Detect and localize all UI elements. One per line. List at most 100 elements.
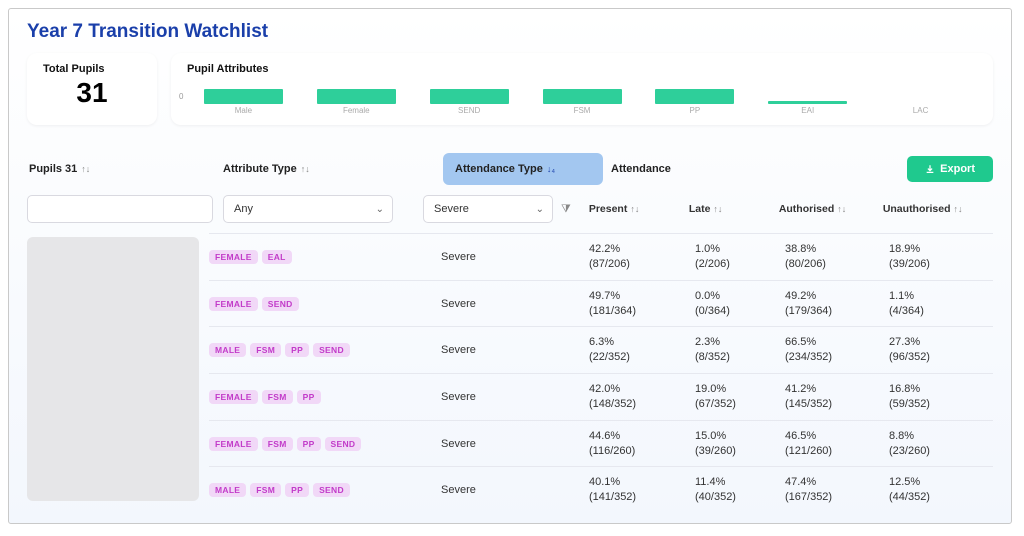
chevron-down-icon: ⌄ — [536, 204, 544, 215]
export-button[interactable]: Export — [907, 156, 993, 182]
attendance-type-cell: Severe — [429, 298, 577, 310]
attribute-tag: FEMALE — [209, 250, 258, 264]
late-cell: 2.3%(8/352) — [695, 335, 785, 365]
sort-icon: ↑↓ — [301, 164, 310, 174]
unauthorised-cell: 8.8%(23/260) — [889, 429, 993, 459]
chart-bar: PP — [638, 89, 751, 115]
bar-label: PP — [690, 106, 701, 115]
total-pupils-card: Total Pupils 31 — [27, 53, 157, 125]
col-header-pupils[interactable]: Pupils 31 ↑↓ — [27, 163, 223, 175]
table-row[interactable]: FEMALEFSMPPSENDSevere44.6%(116/260)15.0%… — [209, 420, 993, 467]
bar-fill — [543, 89, 622, 104]
attribute-tags: FEMALE EAL — [209, 250, 429, 264]
sort-icon: ↓₄ — [547, 164, 555, 174]
bar-label: LAC — [913, 106, 929, 115]
present-cell: 6.3%(22/352) — [589, 335, 695, 365]
col-header-attribute-type[interactable]: Attribute Type ↑↓ — [223, 163, 443, 175]
sort-icon: ↑↓ — [953, 204, 962, 214]
attribute-tag: MALE — [209, 343, 246, 357]
table-body: FEMALEEALSevere42.2%(87/206)1.0%(2/206)3… — [27, 233, 993, 513]
unauthorised-cell: 16.8%(59/352) — [889, 382, 993, 412]
late-cell: 15.0%(39/260) — [695, 429, 785, 459]
late-cell: 1.0%(2/206) — [695, 242, 785, 272]
attribute-tag: FSM — [262, 390, 293, 404]
unauthorised-cell: 12.5%(44/352) — [889, 475, 993, 505]
chart-axis-zero: 0 — [179, 92, 183, 101]
col-header-attendance-type[interactable]: Attendance Type ↓₄ — [443, 153, 603, 185]
table-row[interactable]: MALE FSM PP SEND Severe 6.3%(22/352)2.3%(8/35… — [209, 326, 993, 373]
col-header-authorised-label: Authorised — [779, 203, 834, 215]
attendance-type-value: Severe — [434, 203, 469, 215]
table-area: Pupils 31 ↑↓ Attribute Type ↑↓ Attendanc… — [27, 139, 993, 513]
export-button-label: Export — [940, 163, 975, 175]
col-header-late[interactable]: Late ↑↓ — [689, 203, 779, 215]
bar-label: Male — [235, 106, 252, 115]
unauthorised-cell: 27.3%(96/352) — [889, 335, 993, 365]
app-frame: Year 7 Transition Watchlist Total Pupils… — [8, 8, 1012, 524]
chart-bar: EAI — [751, 101, 864, 115]
present-cell: 44.6%(116/260) — [589, 429, 695, 459]
total-pupils-value: 31 — [43, 77, 141, 109]
col-header-present[interactable]: Present ↑↓ — [589, 203, 689, 215]
attribute-tag: PP — [297, 437, 321, 451]
attribute-tags: FEMALE SEND — [209, 297, 429, 311]
attribute-tag: FSM — [250, 483, 281, 497]
bar-fill — [768, 101, 847, 104]
late-cell: 11.4%(40/352) — [695, 475, 785, 505]
table-row[interactable]: MALEFSMPPSENDSevere40.1%(141/352)11.4%(4… — [209, 466, 993, 513]
pupil-names-redacted — [27, 237, 199, 501]
pupil-attributes-label: Pupil Attributes — [187, 63, 977, 75]
table-row[interactable]: FEMALEEALSevere42.2%(87/206)1.0%(2/206)3… — [209, 233, 993, 280]
unauthorised-cell: 18.9%(39/206) — [889, 242, 993, 272]
attribute-tag: SEND — [313, 343, 350, 357]
col-header-attendance: Attendance — [603, 163, 723, 175]
col-header-attendance-label: Attendance — [611, 163, 671, 175]
bar-fill — [204, 89, 283, 104]
present-cell: 42.0%(148/352) — [589, 382, 695, 412]
attribute-tag: SEND — [325, 437, 362, 451]
data-rows: FEMALEEALSevere42.2%(87/206)1.0%(2/206)3… — [209, 233, 993, 513]
attribute-tag: MALE — [209, 483, 246, 497]
attribute-tags: MALE FSM PP SEND — [209, 343, 429, 357]
chart-bar: SEND — [413, 89, 526, 115]
col-header-unauthorised[interactable]: Unauthorised ↑↓ — [883, 203, 987, 215]
bar-label: SEND — [458, 106, 480, 115]
attendance-type-cell: Severe — [429, 484, 577, 496]
summary-cards: Total Pupils 31 Pupil Attributes 0 Male F… — [27, 53, 993, 125]
pupils-search-input[interactable] — [27, 195, 213, 223]
attribute-tag: SEND — [262, 297, 299, 311]
attribute-tag: FSM — [250, 343, 281, 357]
attendance-type-cell: Severe — [429, 251, 577, 263]
attribute-tags: MALEFSMPPSEND — [209, 483, 429, 497]
authorised-cell: 41.2%(145/352) — [785, 382, 889, 412]
attribute-type-value: Any — [234, 203, 253, 215]
col-header-authorised[interactable]: Authorised ↑↓ — [779, 203, 883, 215]
attribute-tag: PP — [285, 343, 309, 357]
attendance-type-select[interactable]: Severe ⌄ — [423, 195, 553, 223]
authorised-cell: 46.5%(121/260) — [785, 429, 889, 459]
attribute-tag: EAL — [262, 250, 292, 264]
attribute-tag: FEMALE — [209, 297, 258, 311]
authorised-cell: 66.5%(234/352) — [785, 335, 889, 365]
table-row[interactable]: FEMALESENDSevere49.7%(181/364)0.0%(0/364… — [209, 280, 993, 327]
attribute-tags: FEMALEFSMPPSEND — [209, 437, 429, 451]
download-icon — [925, 164, 935, 174]
chevron-down-icon: ⌄ — [376, 204, 384, 215]
attendance-type-cell: Severe — [429, 344, 577, 356]
total-pupils-label: Total Pupils — [43, 63, 141, 75]
col-header-pupils-label: Pupils 31 — [29, 163, 77, 175]
bar-fill — [430, 89, 509, 104]
attribute-type-select[interactable]: Any ⌄ — [223, 195, 393, 223]
authorised-cell: 47.4%(167/352) — [785, 475, 889, 505]
bar-label: FSM — [574, 106, 591, 115]
table-row[interactable]: FEMALEFSMPPSevere42.0%(148/352)19.0%(67/… — [209, 373, 993, 420]
sort-icon: ↑↓ — [81, 164, 90, 174]
authorised-cell: 38.8%(80/206) — [785, 242, 889, 272]
chart-bar: Male — [187, 89, 300, 115]
late-cell: 19.0%(67/352) — [695, 382, 785, 412]
filter-icon[interactable]: ⧩ — [561, 203, 571, 216]
attendance-type-cell: Severe — [429, 438, 577, 450]
present-cell: 40.1%(141/352) — [589, 475, 695, 505]
page-title: Year 7 Transition Watchlist — [27, 21, 993, 43]
authorised-cell: 49.2%(179/364) — [785, 289, 889, 319]
